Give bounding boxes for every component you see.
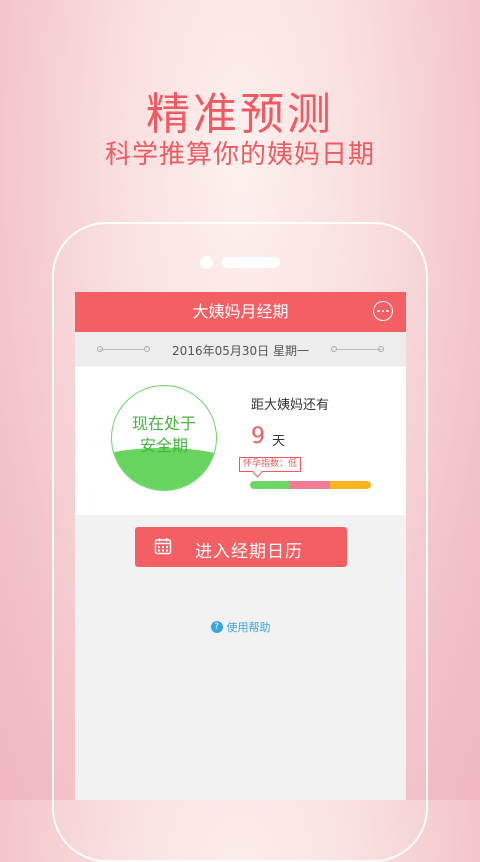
pregnancy-index-bar xyxy=(250,481,371,489)
help-icon: ? xyxy=(210,621,223,633)
countdown-days: 9 xyxy=(251,424,265,449)
phone-camera xyxy=(200,256,213,269)
status-line1: 现在处于 xyxy=(131,414,196,433)
status-line2: 安全期 xyxy=(139,436,188,455)
more-icon[interactable] xyxy=(373,301,393,321)
help-link-text: 使用帮助 xyxy=(226,621,271,634)
promo-headline: 精准预测 xyxy=(146,89,334,140)
status-card: 现在处于 安全期 距大姨妈还有 9 天 怀孕指数：低 xyxy=(75,367,406,515)
countdown-unit: 天 xyxy=(272,434,286,449)
promo-screen: { "promo": { "headline": "精准预测", "sublin… xyxy=(0,0,480,862)
index-segment-1 xyxy=(289,481,330,489)
app-screen: 大姨妈月经期 2016年05月30日 星期一 现在处于 安全期 距大姨妈还有 9… xyxy=(75,292,406,800)
enter-calendar-label: 进入经期日历 xyxy=(195,542,303,562)
title-bar: 大姨妈月经期 xyxy=(75,292,406,332)
enter-calendar-button[interactable]: 进入经期日历 xyxy=(135,527,347,567)
pregnancy-index-tag: 怀孕指数：低 xyxy=(239,457,302,472)
phone-speaker xyxy=(222,257,280,268)
decor-dot xyxy=(378,346,384,352)
app-title: 大姨妈月经期 xyxy=(192,302,289,321)
current-date: 2016年05月30日 星期一 xyxy=(172,344,309,358)
promo-subline: 科学推算你的姨妈日期 xyxy=(104,140,375,170)
index-segment-2 xyxy=(329,481,371,489)
date-bar: 2016年05月30日 星期一 xyxy=(75,332,406,366)
index-segment-0 xyxy=(250,481,290,489)
status-circle[interactable]: 现在处于 安全期 xyxy=(111,385,217,491)
decor-line xyxy=(337,349,381,350)
countdown-label: 距大姨妈还有 xyxy=(251,398,330,413)
help-link[interactable]: ? 使用帮助 xyxy=(75,619,406,635)
calendar-icon xyxy=(154,538,172,555)
